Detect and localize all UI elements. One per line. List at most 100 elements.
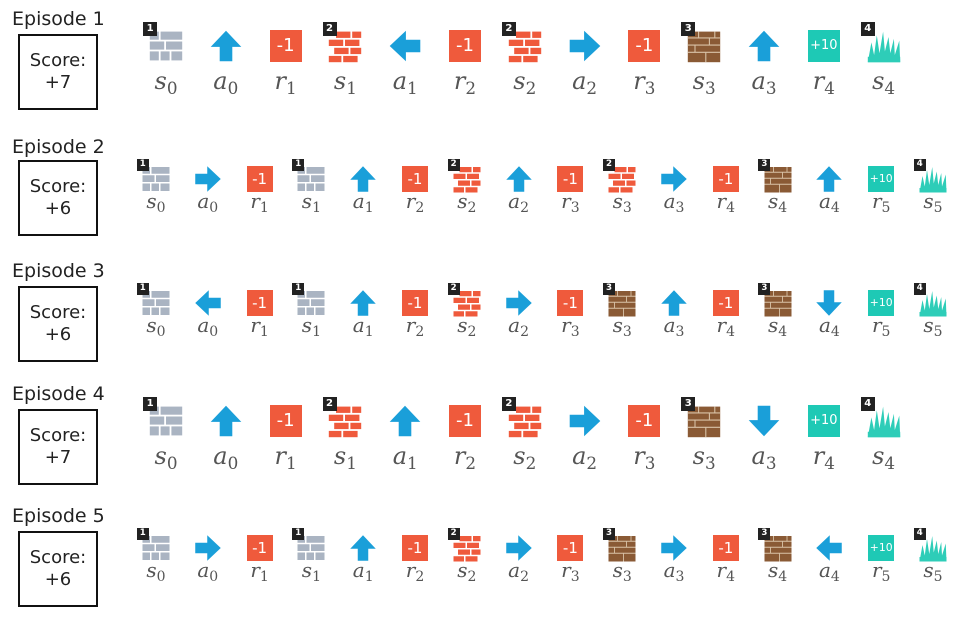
subscript: 3 bbox=[765, 452, 777, 473]
brown-state-icon: 3 bbox=[681, 21, 722, 64]
s-label: s5 bbox=[923, 189, 942, 216]
subscript: 4 bbox=[726, 200, 736, 217]
symbol: s bbox=[301, 189, 313, 213]
symbol: s bbox=[457, 189, 468, 213]
symbol: s bbox=[146, 189, 157, 213]
symbol: a bbox=[197, 189, 210, 213]
subscript: 2 bbox=[415, 569, 425, 586]
subscript: 3 bbox=[765, 77, 777, 98]
symbol: s bbox=[301, 558, 313, 582]
reward-tile: -1 bbox=[626, 403, 662, 439]
arrow-down-icon bbox=[746, 403, 782, 439]
symbol: s bbox=[333, 441, 347, 470]
s-label: s0 bbox=[146, 189, 165, 216]
subscript: 2 bbox=[586, 77, 598, 98]
a-label: a2 bbox=[508, 313, 529, 340]
a-label: a0 bbox=[213, 442, 238, 473]
arrow-left-icon bbox=[387, 28, 423, 64]
s-label: s2 bbox=[457, 313, 476, 340]
score-box: Score: +6 bbox=[18, 160, 98, 236]
subscript: 0 bbox=[227, 452, 239, 473]
a-label: a3 bbox=[752, 67, 777, 98]
episode-row: Episode 1 Score: +7 1 s0 a0 -1 r1 2 s1 a1 -1 r2 2 s2 a2… bbox=[0, 0, 966, 120]
red-state-icon: 2 bbox=[501, 396, 543, 439]
state-number-badge: 1 bbox=[292, 158, 305, 171]
score-value: +6 bbox=[44, 569, 72, 590]
s-label: s0 bbox=[146, 313, 165, 340]
arrow-up-icon bbox=[208, 403, 244, 439]
s-label: s5 bbox=[923, 313, 942, 340]
s-label: s3 bbox=[613, 189, 632, 216]
s-label: s3 bbox=[693, 67, 716, 98]
s-label: s1 bbox=[334, 442, 357, 473]
symbol: r bbox=[250, 189, 260, 213]
symbol: s bbox=[768, 313, 779, 337]
symbol: r bbox=[405, 313, 416, 337]
subscript: 4 bbox=[830, 569, 840, 586]
subscript: 5 bbox=[933, 200, 943, 217]
symbol: a bbox=[663, 313, 676, 337]
score-box: Score: +6 bbox=[18, 286, 98, 362]
subscript: 1 bbox=[312, 324, 321, 341]
score-value: +6 bbox=[44, 324, 72, 345]
state-number-badge: 3 bbox=[603, 282, 615, 295]
subscript: 1 bbox=[259, 324, 269, 341]
a-label: a1 bbox=[393, 442, 418, 473]
a-label: a2 bbox=[508, 189, 529, 216]
reward-value: -1 bbox=[269, 405, 302, 437]
gray-state-icon: 1 bbox=[143, 396, 184, 439]
subscript: 4 bbox=[726, 324, 736, 341]
a-label: a1 bbox=[353, 189, 374, 216]
symbol: r bbox=[453, 441, 466, 470]
symbol: a bbox=[751, 441, 766, 470]
score-label: Score: bbox=[29, 301, 87, 323]
score-label: Score: bbox=[29, 546, 87, 568]
r-label: r3 bbox=[561, 313, 579, 340]
red-state-icon: 2 bbox=[322, 396, 363, 439]
brown-state-icon: 3 bbox=[681, 396, 722, 439]
subscript: 2 bbox=[525, 77, 537, 98]
subscript: 1 bbox=[312, 569, 321, 586]
state-number-badge: 3 bbox=[681, 396, 696, 411]
subscript: 3 bbox=[705, 77, 716, 98]
a-label: a4 bbox=[819, 189, 840, 216]
symbol: s bbox=[923, 558, 934, 582]
subscript: 3 bbox=[622, 200, 632, 217]
grass-state-icon: 4 bbox=[860, 396, 902, 439]
symbol: r bbox=[716, 313, 727, 337]
subscript: 1 bbox=[259, 200, 269, 217]
symbol: a bbox=[392, 441, 407, 470]
state-number-badge: 1 bbox=[136, 282, 149, 295]
symbol: s bbox=[872, 66, 885, 95]
symbol: a bbox=[818, 313, 831, 337]
r-label: r1 bbox=[275, 67, 297, 98]
state-number-badge: 1 bbox=[143, 21, 158, 36]
symbol: s bbox=[457, 313, 468, 337]
reward-value: +10 bbox=[807, 405, 840, 437]
state-number-badge: 2 bbox=[447, 282, 460, 295]
subscript: 0 bbox=[209, 200, 219, 217]
subscript: 1 bbox=[364, 569, 374, 586]
a-label: a3 bbox=[664, 558, 685, 585]
a-label: a1 bbox=[393, 67, 418, 98]
r-label: r2 bbox=[406, 313, 424, 340]
subscript: 0 bbox=[166, 77, 178, 98]
s-label: s3 bbox=[693, 442, 716, 473]
r-label: r4 bbox=[717, 313, 735, 340]
symbol: r bbox=[871, 313, 882, 337]
r-label: r4 bbox=[813, 442, 835, 473]
s-label: s4 bbox=[768, 558, 787, 585]
a-label: a1 bbox=[353, 313, 374, 340]
r-label: r4 bbox=[717, 558, 735, 585]
r-label: r5 bbox=[872, 189, 890, 216]
subscript: 1 bbox=[285, 77, 297, 98]
symbol: a bbox=[352, 313, 365, 337]
subscript: 2 bbox=[467, 324, 477, 341]
score-label: Score: bbox=[29, 424, 87, 446]
symbol: a bbox=[508, 313, 521, 337]
state-number-badge: 1 bbox=[136, 158, 149, 171]
episode-title: Episode 5 bbox=[12, 505, 105, 527]
subscript: 0 bbox=[166, 452, 178, 473]
symbol: a bbox=[392, 66, 407, 95]
symbol: a bbox=[572, 441, 587, 470]
